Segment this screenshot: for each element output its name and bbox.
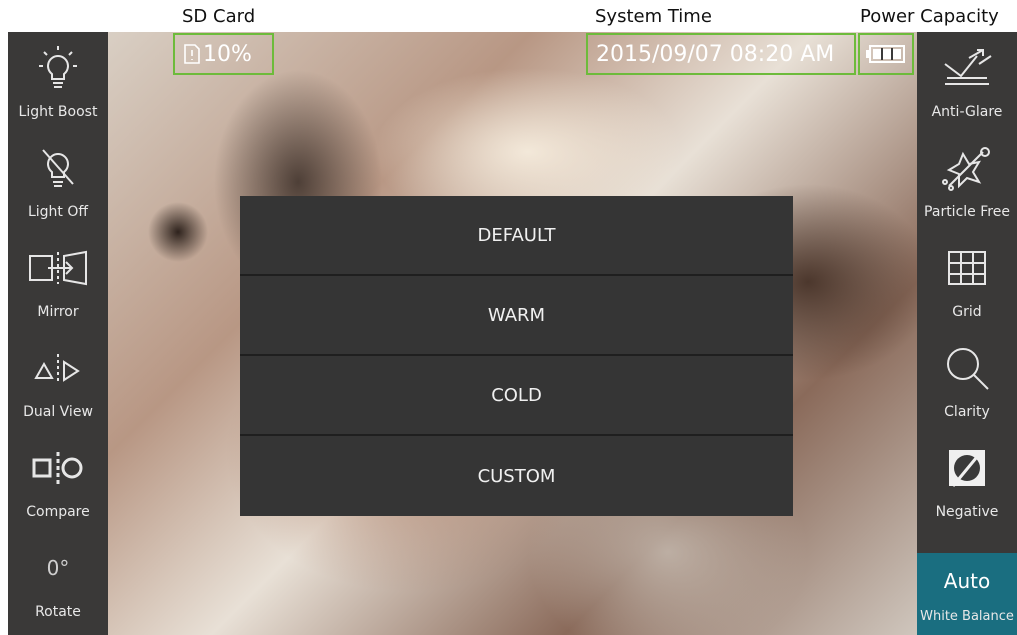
grid-label: Grid <box>952 304 982 320</box>
mirror-button[interactable]: Mirror <box>8 232 108 332</box>
sd-card-icon <box>184 44 200 64</box>
compare-label: Compare <box>26 504 90 520</box>
light-off-button[interactable]: Light Off <box>8 132 108 232</box>
device-screen: Light Boost Light Off Mirror Dual View C… <box>8 32 1017 635</box>
sd-card-percent: 10% <box>203 41 252 67</box>
clarity-button[interactable]: Clarity <box>917 332 1017 432</box>
white-balance-menu: DEFAULT WARM COLD CUSTOM <box>240 196 793 516</box>
anti-glare-label: Anti-Glare <box>931 104 1003 120</box>
right-toolbar: Anti-Glare Particle Free Grid Clarity Ne… <box>917 32 1017 635</box>
light-off-icon <box>8 142 108 194</box>
grid-icon <box>917 242 1017 294</box>
menu-item-custom[interactable]: CUSTOM <box>240 436 793 516</box>
white-balance-label: White Balance <box>920 609 1014 624</box>
white-balance-button[interactable]: Auto White Balance <box>917 553 1017 635</box>
mirror-icon <box>8 242 108 294</box>
anti-glare-icon <box>917 42 1017 94</box>
system-time-text: 2015/09/07 08:20 AM <box>596 41 835 67</box>
particle-free-icon <box>917 142 1017 194</box>
menu-item-warm[interactable]: WARM <box>240 276 793 356</box>
battery-icon <box>866 45 905 63</box>
anti-glare-button[interactable]: Anti-Glare <box>917 32 1017 132</box>
negative-icon <box>917 442 1017 494</box>
compare-icon <box>8 442 108 494</box>
particle-free-button[interactable]: Particle Free <box>917 132 1017 232</box>
power-capacity-annotation: Power Capacity <box>860 6 999 27</box>
negative-label: Negative <box>935 504 999 520</box>
dual-view-button[interactable]: Dual View <box>8 332 108 432</box>
dual-view-label: Dual View <box>23 404 93 420</box>
rotate-button[interactable]: 0° Rotate <box>8 532 108 632</box>
rotate-label: Rotate <box>35 604 81 620</box>
dual-view-icon <box>8 342 108 394</box>
menu-item-label: COLD <box>491 384 542 406</box>
sd-card-annotation: SD Card <box>182 6 256 27</box>
clarity-icon <box>917 342 1017 394</box>
sd-card-status: 10% <box>173 33 274 75</box>
menu-item-label: DEFAULT <box>477 224 556 246</box>
negative-button[interactable]: Negative <box>917 432 1017 532</box>
left-toolbar: Light Boost Light Off Mirror Dual View C… <box>8 32 108 635</box>
light-boost-button[interactable]: Light Boost <box>8 32 108 132</box>
system-time-annotation: System Time <box>595 6 712 27</box>
menu-item-label: CUSTOM <box>477 465 556 487</box>
light-off-label: Light Off <box>27 204 89 220</box>
rotate-value: 0° <box>46 556 70 580</box>
rotate-icon: 0° <box>8 542 108 594</box>
system-time-status: 2015/09/07 08:20 AM <box>586 33 856 75</box>
menu-item-default[interactable]: DEFAULT <box>240 196 793 276</box>
menu-item-label: WARM <box>487 304 546 326</box>
compare-button[interactable]: Compare <box>8 432 108 532</box>
menu-item-cold[interactable]: COLD <box>240 356 793 436</box>
white-balance-value: Auto <box>943 569 991 593</box>
light-boost-icon <box>8 42 108 94</box>
clarity-label: Clarity <box>944 404 990 420</box>
particle-free-label: Particle Free <box>924 204 1010 220</box>
mirror-label: Mirror <box>37 304 79 320</box>
grid-button[interactable]: Grid <box>917 232 1017 332</box>
light-boost-label: Light Boost <box>18 104 98 120</box>
battery-status <box>858 33 914 75</box>
